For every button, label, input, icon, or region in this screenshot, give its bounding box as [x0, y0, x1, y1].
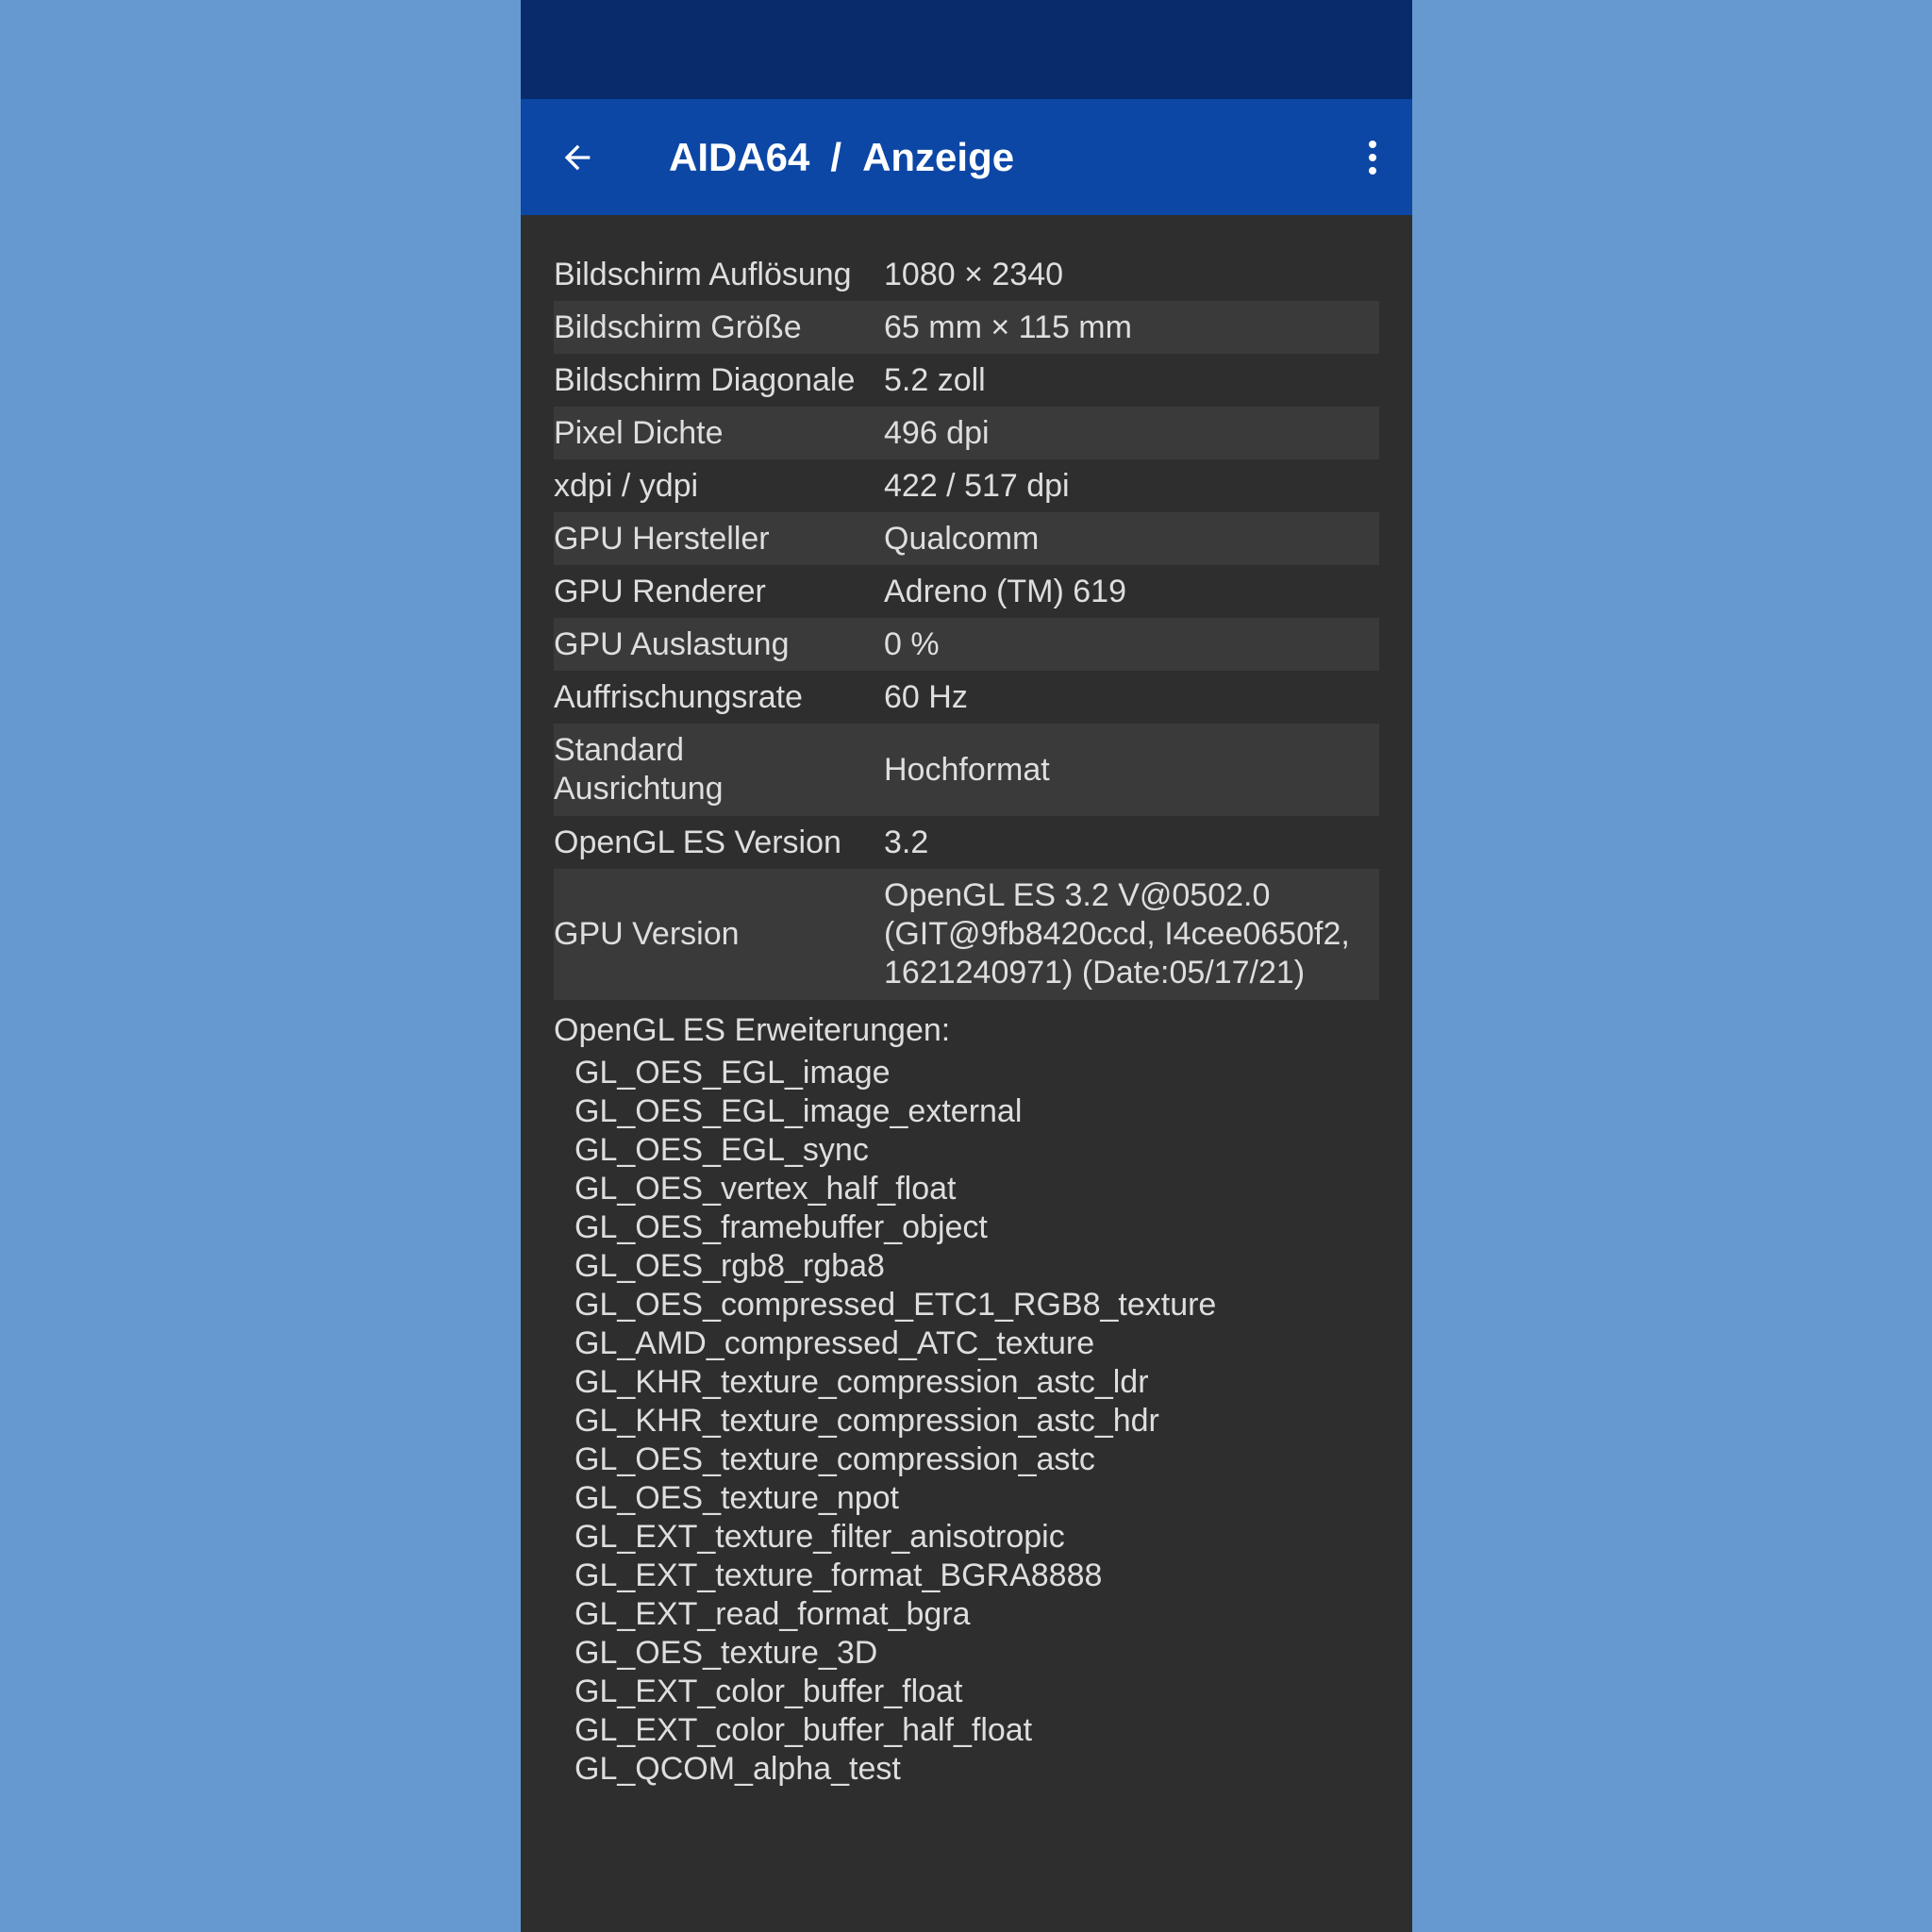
row-value: Qualcomm — [884, 520, 1040, 557]
list-item: GL_OES_compressed_ETC1_RGB8_texture — [575, 1287, 1217, 1323]
list-item: GL_OES_vertex_half_float — [575, 1171, 957, 1207]
list-item: GL_OES_rgb8_rgba8 — [575, 1248, 885, 1284]
row-value: 496 dpi — [884, 414, 990, 451]
list-item: GL_KHR_texture_compression_astc_ldr — [575, 1364, 1149, 1400]
title-app: AIDA64 — [669, 135, 810, 179]
row-label: GPU Renderer — [554, 573, 766, 609]
row-value: 65 mm × 115 mm — [884, 308, 1132, 345]
row-label: Bildschirm Größe — [554, 308, 802, 345]
row-label: Standard Ausrichtung — [554, 732, 724, 807]
list-item: GL_EXT_read_format_bgra — [575, 1596, 971, 1632]
info-row-refresh-rate: Auffrischungsrate 60 Hz — [554, 671, 1379, 724]
list-item: GL_EXT_texture_format_BGRA8888 — [575, 1557, 1103, 1593]
phone-screen: AIDA64 / Anzeige Bildschirm Auflösung 10… — [521, 0, 1412, 1932]
list-item: GL_AMD_compressed_ATC_texture — [575, 1325, 1095, 1361]
title-page: Anzeige — [862, 135, 1015, 179]
row-value: 60 Hz — [884, 678, 968, 715]
info-row-resolution: Bildschirm Auflösung 1080 × 2340 — [554, 248, 1379, 301]
list-item: GL_QCOM_alpha_test — [575, 1751, 901, 1787]
app-bar: AIDA64 / Anzeige — [521, 99, 1412, 215]
list-item: GL_EXT_color_buffer_half_float — [575, 1712, 1033, 1748]
row-value: 3.2 — [884, 824, 929, 860]
info-row-size: Bildschirm Größe 65 mm × 115 mm — [554, 301, 1379, 354]
info-row-gpu-load: GPU Auslastung 0 % — [554, 618, 1379, 671]
list-item: GL_OES_framebuffer_object — [575, 1209, 988, 1245]
list-item: GL_OES_texture_compression_astc — [575, 1441, 1095, 1477]
more-vertical-icon — [1369, 141, 1376, 175]
row-label: Bildschirm Auflösung — [554, 256, 852, 292]
list-item: GL_OES_texture_3D — [575, 1635, 878, 1671]
extensions-header: OpenGL ES Erweiterungen: — [554, 1012, 951, 1048]
row-value: Adreno (TM) 619 — [884, 573, 1126, 609]
list-item: GL_OES_EGL_image_external — [575, 1093, 1023, 1129]
info-row-gpu-renderer: GPU Renderer Adreno (TM) 619 — [554, 565, 1379, 618]
row-value: Hochformat — [884, 751, 1050, 788]
info-row-orientation: Standard Ausrichtung Hochformat — [554, 724, 1379, 816]
info-row-gpu-vendor: GPU Hersteller Qualcomm — [554, 512, 1379, 565]
row-value: 0 % — [884, 625, 940, 662]
row-value: 5.2 zoll — [884, 361, 986, 398]
info-row-pixel-density: Pixel Dichte 496 dpi — [554, 407, 1379, 459]
row-value: 1080 × 2340 — [884, 256, 1064, 292]
back-button[interactable] — [549, 129, 606, 186]
row-value: 422 / 517 dpi — [884, 467, 1070, 504]
overflow-menu-button[interactable] — [1354, 129, 1391, 186]
list-item: GL_OES_texture_npot — [575, 1480, 900, 1516]
info-row-diagonal: Bildschirm Diagonale 5.2 zoll — [554, 354, 1379, 407]
info-content: Bildschirm Auflösung 1080 × 2340 Bildsch… — [554, 248, 1379, 1799]
row-label: xdpi / ydpi — [554, 467, 699, 504]
list-item: GL_EXT_texture_filter_anisotropic — [575, 1519, 1065, 1555]
row-label: GPU Auslastung — [554, 625, 790, 662]
row-label: GPU Version — [554, 916, 740, 952]
list-item: GL_OES_EGL_image — [575, 1055, 891, 1091]
page-title: AIDA64 / Anzeige — [669, 133, 1014, 182]
list-item: GL_EXT_color_buffer_float — [575, 1674, 963, 1709]
title-separator: / — [830, 135, 842, 179]
info-row-opengl-version: OpenGL ES Version 3.2 — [554, 816, 1379, 869]
row-label: Pixel Dichte — [554, 414, 724, 451]
list-item: GL_OES_EGL_sync — [575, 1132, 869, 1168]
row-label: Bildschirm Diagonale — [554, 361, 856, 398]
arrow-left-icon — [564, 144, 591, 171]
status-bar — [521, 0, 1412, 99]
list-item: GL_KHR_texture_compression_astc_hdr — [575, 1403, 1159, 1439]
row-value: OpenGL ES 3.2 V@0502.0 (GIT@9fb8420ccd, … — [884, 877, 1350, 991]
info-row-xdpi-ydpi: xdpi / ydpi 422 / 517 dpi — [554, 459, 1379, 512]
row-label: GPU Hersteller — [554, 520, 770, 557]
row-label: OpenGL ES Version — [554, 824, 841, 860]
row-label: Auffrischungsrate — [554, 678, 803, 715]
info-row-gpu-version: GPU Version OpenGL ES 3.2 V@0502.0 (GIT@… — [554, 869, 1379, 1000]
extensions-list: GL_OES_EGL_image GL_OES_EGL_image_extern… — [554, 1054, 1379, 1799]
